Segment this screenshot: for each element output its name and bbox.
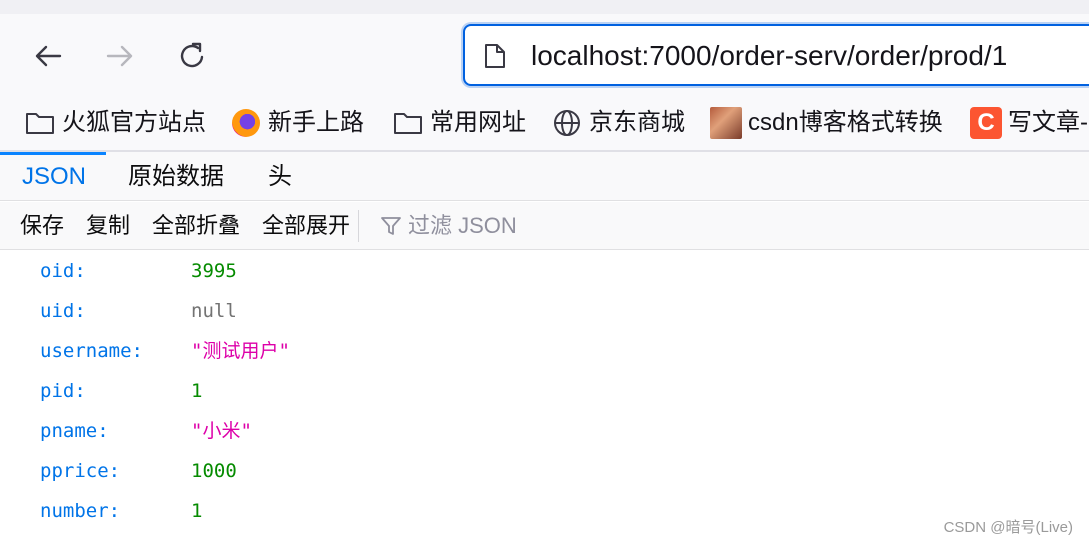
reload-icon bbox=[180, 42, 204, 68]
json-key: oid: bbox=[40, 260, 86, 282]
reload-button[interactable] bbox=[172, 36, 212, 76]
bookmark-common-sites[interactable]: 常用网址 bbox=[392, 106, 526, 140]
expand-all-button[interactable]: 全部展开 bbox=[262, 202, 350, 250]
copy-button[interactable]: 复制 bbox=[86, 202, 130, 250]
json-key: pname: bbox=[40, 420, 109, 442]
json-row-oid[interactable]: oid: 3995 bbox=[0, 251, 1089, 291]
firefox-icon bbox=[230, 107, 262, 139]
bookmark-label: 京东商城 bbox=[589, 109, 685, 136]
forward-button[interactable] bbox=[100, 36, 140, 76]
json-value: 1 bbox=[191, 500, 203, 522]
filter-placeholder: 过滤 JSON bbox=[408, 213, 517, 238]
globe-icon bbox=[551, 107, 583, 139]
arrow-right-icon bbox=[106, 45, 133, 67]
page-icon bbox=[485, 44, 505, 68]
json-tree: oid: 3995 uid: null username: "测试用户" pid… bbox=[0, 251, 1089, 547]
back-button[interactable] bbox=[28, 36, 68, 76]
json-toolbar: 保存 复制 全部折叠 全部展开 过滤 JSON bbox=[0, 202, 1089, 250]
save-button[interactable]: 保存 bbox=[20, 202, 64, 250]
bookmark-write-article[interactable]: C 写文章- bbox=[970, 106, 1088, 140]
navigation-toolbar: localhost:7000/order-serv/order/prod/1 bbox=[0, 14, 1089, 96]
filter-icon bbox=[381, 217, 401, 235]
json-row-pname[interactable]: pname: "小米" bbox=[0, 411, 1089, 451]
bookmark-label: 写文章- bbox=[1008, 109, 1088, 136]
url-text[interactable]: localhost:7000/order-serv/order/prod/1 bbox=[531, 38, 1007, 74]
json-key: username: bbox=[40, 340, 143, 362]
filter-json-input[interactable]: 过滤 JSON bbox=[380, 202, 517, 250]
avatar-icon bbox=[710, 107, 742, 139]
tab-json[interactable]: JSON bbox=[0, 152, 108, 201]
json-value: "小米" bbox=[191, 420, 252, 442]
json-key: pprice: bbox=[40, 460, 121, 482]
json-value: 1000 bbox=[191, 460, 237, 482]
json-value: 1 bbox=[191, 380, 203, 402]
toolbar-separator bbox=[358, 210, 359, 242]
json-row-uid[interactable]: uid: null bbox=[0, 291, 1089, 331]
json-row-pprice[interactable]: pprice: 1000 bbox=[0, 451, 1089, 491]
folder-icon bbox=[392, 107, 424, 139]
bookmarks-bar: 火狐官方站点 新手上路 常用网址 京东商城 csdn博客格式转换 C 写文章- bbox=[0, 96, 1089, 150]
bookmark-label: csdn博客格式转换 bbox=[748, 109, 943, 136]
url-bar[interactable]: localhost:7000/order-serv/order/prod/1 bbox=[463, 24, 1089, 86]
bookmark-label: 新手上路 bbox=[268, 109, 364, 136]
tab-raw-data[interactable]: 原始数据 bbox=[106, 152, 246, 201]
json-key: number: bbox=[40, 500, 121, 522]
bookmark-firefox-official[interactable]: 火狐官方站点 bbox=[24, 106, 206, 140]
json-row-pid[interactable]: pid: 1 bbox=[0, 371, 1089, 411]
bookmark-csdn-converter[interactable]: csdn博客格式转换 bbox=[710, 106, 943, 140]
json-viewer-tabs: JSON 原始数据 头 bbox=[0, 152, 1089, 201]
collapse-all-button[interactable]: 全部折叠 bbox=[152, 202, 240, 250]
csdn-icon: C bbox=[970, 107, 1002, 139]
json-value: "测试用户" bbox=[191, 340, 290, 362]
json-key: uid: bbox=[40, 300, 86, 322]
folder-icon bbox=[24, 107, 56, 139]
watermark: CSDN @暗号(Live) bbox=[943, 519, 1073, 536]
json-value: null bbox=[191, 300, 237, 322]
bookmark-label: 常用网址 bbox=[430, 109, 526, 136]
window-top-strip bbox=[0, 0, 1089, 14]
bookmark-jd[interactable]: 京东商城 bbox=[551, 106, 685, 140]
bookmark-getting-started[interactable]: 新手上路 bbox=[230, 106, 364, 140]
arrow-left-icon bbox=[35, 45, 62, 67]
json-row-username[interactable]: username: "测试用户" bbox=[0, 331, 1089, 371]
json-value: 3995 bbox=[191, 260, 237, 282]
json-key: pid: bbox=[40, 380, 86, 402]
tab-headers[interactable]: 头 bbox=[246, 152, 314, 201]
json-row-number[interactable]: number: 1 bbox=[0, 491, 1089, 531]
bookmark-label: 火狐官方站点 bbox=[62, 109, 206, 136]
